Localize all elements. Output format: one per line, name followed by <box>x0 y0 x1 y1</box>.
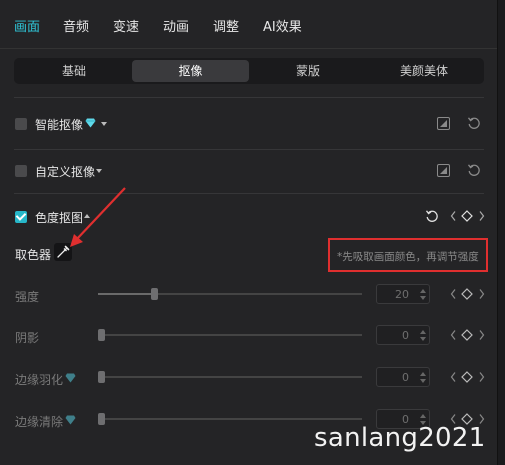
color-picker-label: 取色器 <box>15 248 52 262</box>
properties-panel: 画面 音频 变速 动画 调整 AI效果 基础 抠像 蒙版 美颜美体 智能抠像 自… <box>0 0 498 465</box>
param-label: 阴影 <box>15 331 40 345</box>
slider-fill <box>98 293 151 295</box>
subtab-basic[interactable]: 基础 <box>16 60 132 82</box>
shadow-input[interactable]: 0 <box>376 325 430 345</box>
custom-keying-expand-icon[interactable] <box>96 169 102 173</box>
annotation-arrow <box>70 187 126 247</box>
param-row-strength: 强度 20 <box>0 283 497 305</box>
smart-keying-checkbox[interactable] <box>15 118 27 130</box>
slider-thumb[interactable] <box>98 329 105 341</box>
smart-keying-label: 智能抠像 <box>35 118 84 132</box>
keyframe-diamond-icon[interactable] <box>450 329 486 341</box>
increment-icon[interactable] <box>420 289 426 293</box>
slider-thumb[interactable] <box>98 413 105 425</box>
strength-input[interactable]: 20 <box>376 284 430 304</box>
tab-audio[interactable]: 音频 <box>63 16 89 35</box>
custom-keying-checkbox[interactable] <box>15 165 27 177</box>
increment-icon[interactable] <box>420 330 426 334</box>
sub-tabs: 基础 抠像 蒙版 美颜美体 <box>14 58 484 84</box>
tab-speed[interactable]: 变速 <box>113 16 139 35</box>
divider <box>14 149 484 150</box>
keyframe-diamond-icon[interactable] <box>450 371 486 383</box>
chroma-key-checkbox[interactable] <box>15 211 27 223</box>
picker-hint: *先吸取画面颜色，再调节强度 <box>337 251 479 263</box>
hint-highlight-box: *先吸取画面颜色，再调节强度 <box>328 238 488 272</box>
watermark-text: sanlang2021 <box>314 423 486 453</box>
edge-clean-slider[interactable] <box>98 413 362 425</box>
param-value: 20 <box>395 288 409 301</box>
increment-icon[interactable] <box>420 414 426 418</box>
shadow-slider[interactable] <box>98 329 362 341</box>
slider-thumb[interactable] <box>151 288 158 300</box>
param-row-shadow: 阴影 0 <box>0 324 497 346</box>
decrement-icon[interactable] <box>420 296 426 300</box>
edge-feather-input[interactable]: 0 <box>376 367 430 387</box>
strength-slider[interactable] <box>98 288 362 300</box>
tab-picture[interactable]: 画面 <box>14 16 40 35</box>
param-row-edge-feather: 边缘羽化 0 <box>0 366 497 388</box>
tab-animation[interactable]: 动画 <box>163 16 189 35</box>
divider <box>14 97 484 98</box>
reset-icon[interactable] <box>425 209 439 223</box>
mirror-icon[interactable] <box>437 164 450 177</box>
reset-icon[interactable] <box>467 116 481 130</box>
decrement-icon[interactable] <box>420 379 426 383</box>
increment-icon[interactable] <box>420 372 426 376</box>
custom-keying-label: 自定义抠像 <box>35 165 96 179</box>
slider-thumb[interactable] <box>98 371 105 383</box>
diamond-icon <box>85 118 96 128</box>
tab-adjust[interactable]: 调整 <box>213 16 239 35</box>
subtab-keying[interactable]: 抠像 <box>132 60 249 82</box>
diamond-icon <box>65 373 76 383</box>
param-label: 强度 <box>15 290 40 304</box>
param-label: 边缘羽化 <box>15 373 64 387</box>
keyframe-diamond-icon[interactable] <box>450 210 486 222</box>
diamond-icon <box>65 415 76 425</box>
top-nav: 画面 音频 变速 动画 调整 AI效果 <box>0 0 497 49</box>
decrement-icon[interactable] <box>420 337 426 341</box>
subtab-beauty[interactable]: 美颜美体 <box>366 60 482 82</box>
param-value: 0 <box>402 371 409 384</box>
param-label: 边缘清除 <box>15 415 64 429</box>
tab-ai-effects[interactable]: AI效果 <box>263 16 302 35</box>
keyframe-diamond-icon[interactable] <box>450 288 486 300</box>
param-value: 0 <box>402 329 409 342</box>
edge-feather-slider[interactable] <box>98 371 362 383</box>
reset-icon[interactable] <box>467 163 481 177</box>
mirror-icon[interactable] <box>437 117 450 130</box>
subtab-mask[interactable]: 蒙版 <box>250 60 366 82</box>
smart-keying-expand-icon[interactable] <box>101 122 107 126</box>
